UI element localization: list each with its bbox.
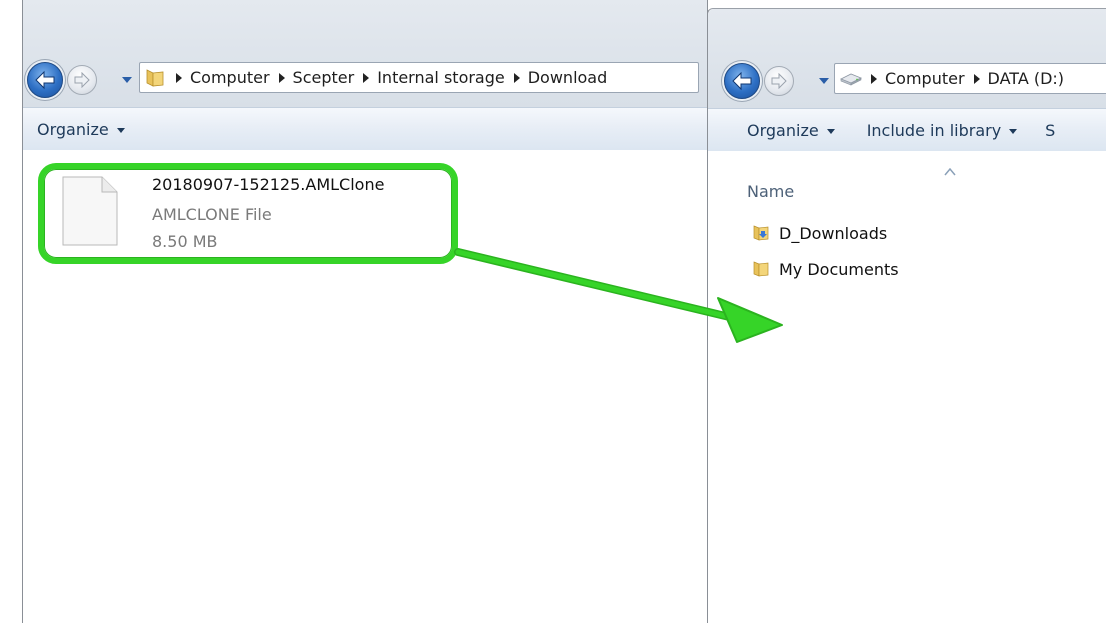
share-with-button[interactable]: S: [1045, 121, 1055, 140]
organize-menu-button[interactable]: Organize: [37, 120, 125, 139]
organize-label: Organize: [37, 119, 109, 139]
chevron-down-icon: [826, 128, 835, 134]
list-item-label: D_Downloads: [779, 223, 888, 243]
forward-arrow-icon: [771, 73, 787, 89]
breadcrumb-separator-icon: [278, 72, 285, 83]
sort-ascending-icon: [944, 168, 956, 176]
breadcrumb-separator-icon: [363, 72, 370, 83]
left-explorer-window: Computer Scepter Internal storage Downlo…: [22, 0, 708, 623]
screenshot-stage: Computer Scepter Internal storage Downlo…: [0, 0, 1106, 623]
right-command-bar: Organize Include in library S: [708, 108, 1106, 152]
column-header-name[interactable]: Name: [747, 182, 794, 201]
recent-pages-dropdown-icon[interactable]: [818, 76, 830, 86]
left-address-bar[interactable]: Computer Scepter Internal storage Downlo…: [139, 62, 699, 93]
drive-icon: [839, 70, 862, 88]
breadcrumb-internal-storage[interactable]: Internal storage: [377, 68, 505, 87]
back-arrow-icon: [35, 70, 55, 90]
folder-icon: [144, 68, 166, 87]
right-address-bar[interactable]: Computer DATA (D:): [834, 63, 1106, 94]
breadcrumb-separator-icon: [513, 72, 520, 83]
chevron-down-icon: [1009, 128, 1018, 134]
include-in-library-label: Include in library: [866, 120, 1002, 140]
breadcrumb-data-drive[interactable]: DATA (D:): [988, 69, 1065, 88]
forward-button[interactable]: [764, 66, 794, 96]
list-item-my-documents[interactable]: My Documents: [752, 258, 899, 280]
folder-icon: [752, 261, 770, 277]
organize-menu-button[interactable]: Organize: [747, 121, 835, 140]
list-item-d-downloads[interactable]: D_Downloads: [752, 222, 887, 244]
downloads-folder-icon: [752, 225, 770, 241]
breadcrumb-computer[interactable]: Computer: [885, 69, 965, 88]
forward-button[interactable]: [67, 65, 97, 95]
back-button[interactable]: [724, 63, 760, 99]
forward-arrow-icon: [74, 72, 90, 88]
breadcrumb-computer[interactable]: Computer: [190, 68, 270, 87]
left-command-bar: Organize: [23, 107, 707, 151]
organize-label: Organize: [747, 120, 819, 140]
include-in-library-button[interactable]: Include in library: [866, 120, 1018, 140]
back-arrow-icon: [732, 71, 752, 91]
breadcrumb-separator-icon: [973, 73, 980, 84]
chevron-down-icon: [116, 127, 125, 133]
breadcrumb-scepter[interactable]: Scepter: [293, 68, 355, 87]
breadcrumb-separator-icon: [176, 72, 182, 83]
list-item-label: My Documents: [779, 259, 899, 279]
highlight-annotation: [38, 163, 458, 264]
right-explorer-window: Computer DATA (D:) Organize Include in l…: [707, 8, 1106, 623]
recent-pages-dropdown-icon[interactable]: [121, 75, 133, 85]
breadcrumb-separator-icon: [871, 73, 877, 84]
share-with-label: S: [1045, 120, 1056, 140]
back-button[interactable]: [27, 62, 63, 98]
breadcrumb-download[interactable]: Download: [528, 68, 608, 87]
